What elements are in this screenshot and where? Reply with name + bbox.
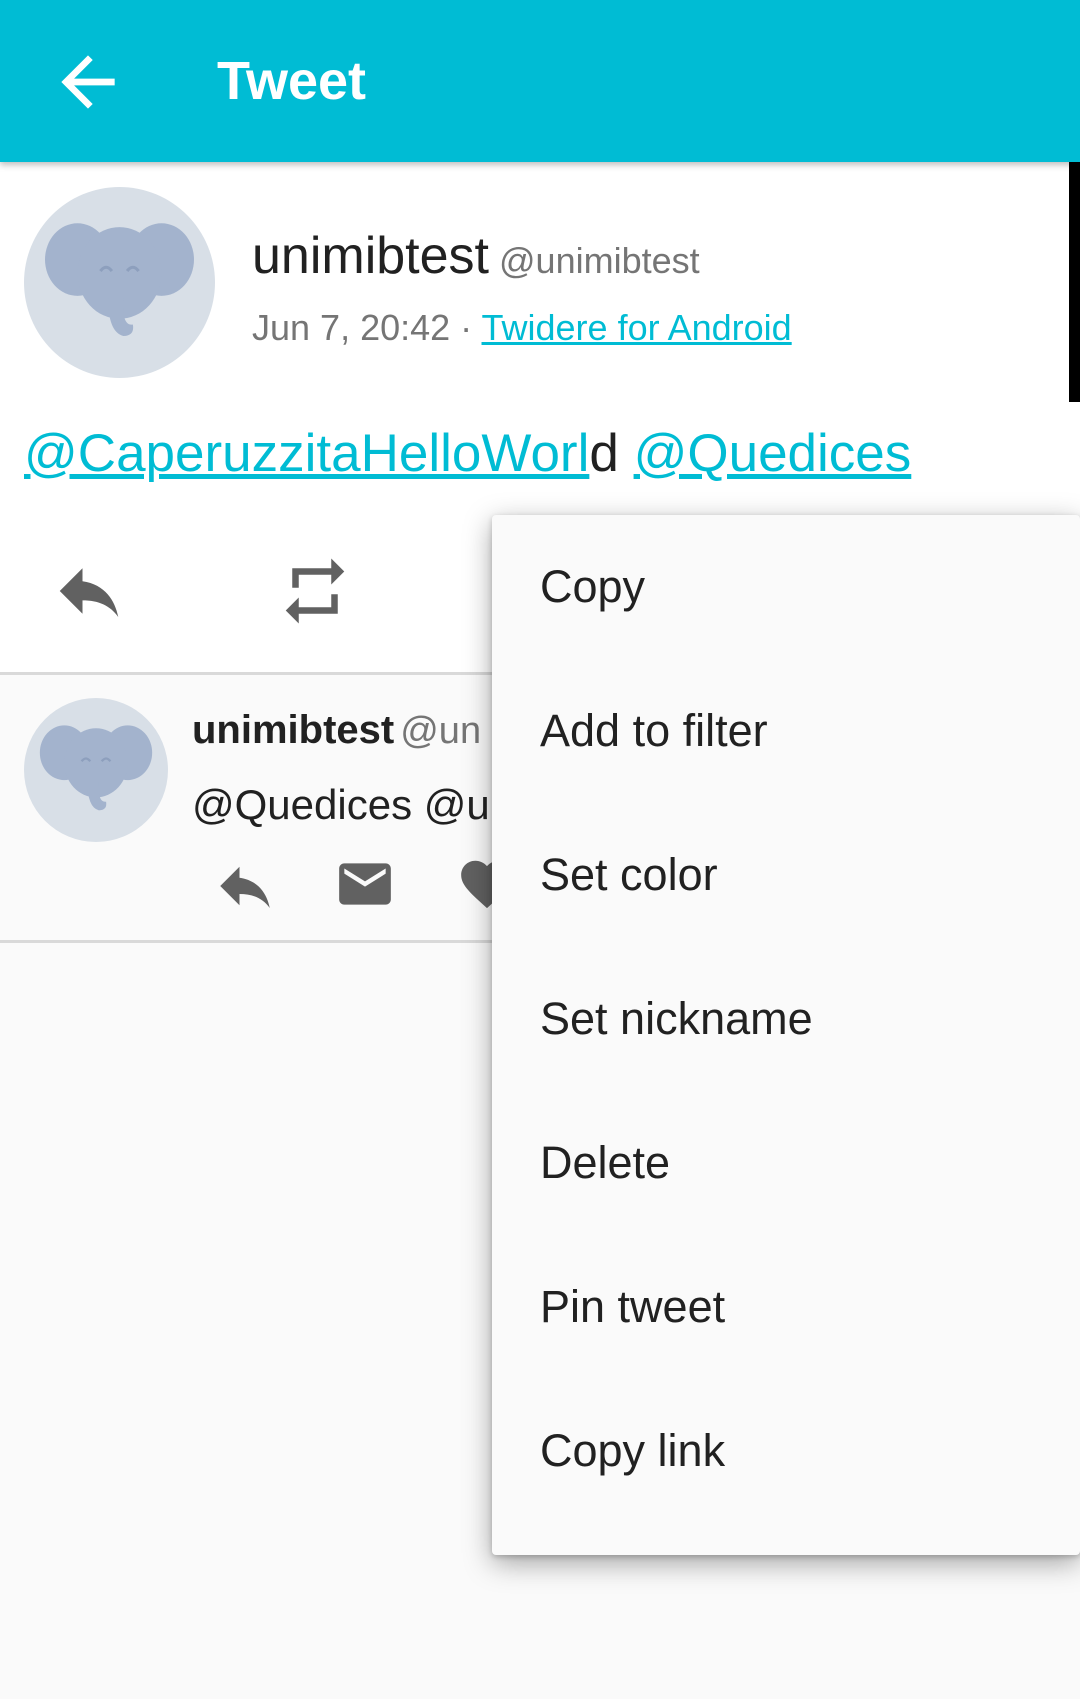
reply-icon[interactable] bbox=[212, 853, 278, 919]
reply-display-name: unimibtest bbox=[192, 708, 395, 752]
mention-link[interactable]: @Quedices bbox=[634, 424, 912, 483]
menu-item-set-color[interactable]: Set color bbox=[492, 803, 1080, 947]
reply-icon[interactable] bbox=[50, 552, 128, 630]
reply-user-name: unimibtest @un bbox=[192, 705, 481, 756]
mail-icon[interactable] bbox=[334, 853, 396, 915]
menu-item-delete[interactable]: Delete bbox=[492, 1091, 1080, 1235]
avatar[interactable] bbox=[24, 698, 168, 842]
menu-item-copy-link[interactable]: Copy link bbox=[492, 1379, 1080, 1523]
avatar[interactable] bbox=[24, 187, 215, 378]
arrow-back-icon bbox=[61, 55, 115, 109]
reply-text: @Quedices @u bbox=[192, 781, 490, 828]
reply-user-handle: @un bbox=[400, 710, 482, 752]
menu-item-copy[interactable]: Copy bbox=[492, 515, 1080, 659]
tweet-text: @CaperuzzitaHelloWorld @Quedices bbox=[24, 422, 911, 486]
menu-item-pin-tweet[interactable]: Pin tweet bbox=[492, 1235, 1080, 1379]
elephant-avatar-icon bbox=[45, 223, 194, 336]
user-handle: @unimibtest bbox=[499, 240, 700, 281]
context-menu: Copy Add to filter Set color Set nicknam… bbox=[492, 515, 1080, 1555]
meta-separator: · bbox=[450, 307, 482, 348]
tweet-plain-text: d bbox=[589, 424, 634, 483]
status-time: Jun 7, 20:42 bbox=[252, 307, 451, 348]
page-title: Tweet bbox=[217, 51, 367, 111]
user-display-name: unimibtest bbox=[252, 227, 489, 285]
retweet-icon[interactable] bbox=[274, 552, 356, 630]
mention-link[interactable]: @CaperuzzitaHelloWorl bbox=[24, 424, 589, 483]
app-bar: Tweet bbox=[0, 0, 1080, 162]
menu-item-add-to-filter[interactable]: Add to filter bbox=[492, 659, 1080, 803]
status-meta: Jun 7, 20:42 · Twidere for Android bbox=[252, 306, 792, 350]
back-button[interactable] bbox=[48, 42, 128, 122]
elephant-avatar-icon bbox=[39, 725, 153, 811]
scrollbar-thumb[interactable] bbox=[1069, 162, 1080, 402]
menu-item-set-nickname[interactable]: Set nickname bbox=[492, 947, 1080, 1091]
source-link[interactable]: Twidere for Android bbox=[482, 307, 792, 348]
user-name[interactable]: unimibtest @unimibtest bbox=[252, 226, 700, 291]
